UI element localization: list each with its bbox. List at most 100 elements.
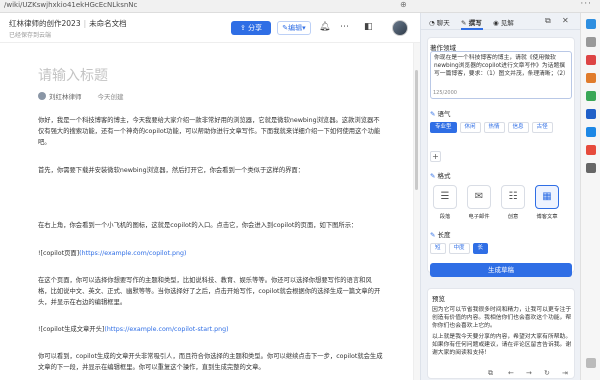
saved-status: 已经保存到云端: [9, 32, 52, 39]
tone-label-text: 语气: [437, 110, 451, 118]
zoom-icon[interactable]: ⊕: [400, 0, 407, 9]
blog-icon: ▦: [535, 185, 559, 209]
prompt-text: 你现在是一个科技博客的博主，请就《使用微软newbing浏览器的copilot进…: [434, 55, 569, 77]
preview-text[interactable]: 因为它可以节省我很多时间和精力，让我可以更专注于创造有价值的内容。我相信你们也会…: [432, 306, 572, 357]
paragraph-install[interactable]: 首先，你需要下载并安装微软newbing浏览器，然后打开它，你会看到一个类似于这…: [38, 165, 384, 176]
length-short[interactable]: 短: [430, 243, 446, 254]
format-icon: ✎: [430, 172, 436, 180]
image-link-2[interactable]: ![copilot生成文章开头](https://example.com/cop…: [38, 324, 384, 335]
sidebar-settings-icon[interactable]: [586, 358, 596, 368]
extension-icon[interactable]: ◧: [364, 22, 373, 32]
share-label: 分享: [248, 24, 263, 32]
breadcrumb: 红林律师的创作2023 | 未命名文档: [9, 19, 127, 28]
tone-options: 专业型 休闲 热情 信息 古怪: [430, 122, 553, 133]
format-blog-label: 博客文章: [536, 214, 558, 220]
tools-icon[interactable]: [586, 73, 596, 83]
image-link-1-url[interactable]: (https://example.com/copilot.png): [79, 250, 186, 257]
paragraph-continue[interactable]: 你可以看到，copilot生成的文章开头非常吸引人，而且符合你选择的主题和类型。…: [38, 351, 384, 373]
format-email-label: 电子邮件: [468, 214, 490, 220]
insert-icon[interactable]: ⇥: [562, 369, 568, 377]
tone-label: ✎ 语气: [430, 108, 450, 118]
author-name[interactable]: 刘红林律师: [49, 93, 82, 101]
games-icon[interactable]: [586, 91, 596, 101]
more-icon[interactable]: ⋯: [340, 22, 349, 32]
edit-label: 编辑: [288, 24, 303, 32]
bing-icon[interactable]: [586, 19, 596, 29]
tab-insights-label: 见解: [500, 19, 514, 27]
share-button[interactable]: ⇪ 分享: [231, 21, 271, 35]
length-label: ✎ 长度: [430, 229, 450, 239]
doc-scrollbar-thumb[interactable]: [415, 70, 418, 190]
preview-paragraph-2: 以上就是我今天要分享的内容，希望对大家有所帮助。如果你有任何问题或建议，请在评论…: [432, 334, 572, 356]
image-link-2-text: ![copilot生成文章开头]: [38, 326, 105, 333]
tone-enthusiastic[interactable]: 热情: [483, 122, 505, 133]
paragraph-entry[interactable]: 在右上角，你会看到一个小飞机的图标，这就是copilot的入口。点击它，你会进入…: [38, 220, 384, 231]
mail-icon: ✉: [467, 185, 491, 209]
panel-tabs: ◔ 聊天 ✎ 撰写 ◉ 见解 ⧉ ✕: [421, 13, 581, 30]
format-label: ✎ 格式: [430, 170, 450, 180]
shopping-icon[interactable]: [586, 55, 596, 65]
tone-quirky[interactable]: 古怪: [531, 122, 553, 133]
generate-draft-button[interactable]: 生成草稿: [430, 263, 572, 277]
format-ideas[interactable]: ☷ 创意: [498, 185, 528, 220]
tab-compose-label: 撰写: [468, 19, 482, 27]
edit-button[interactable]: ✎编辑▾: [277, 21, 311, 35]
image-link-1-text: ![copilot页面]: [38, 250, 80, 257]
browser-sidebar: [580, 13, 600, 380]
image-link-1[interactable]: ![copilot页面](https://example.com/copilot…: [38, 248, 384, 259]
paragraph-intro[interactable]: 你好，我是一个科技博客的博主，今天我要给大家介绍一款非常好用的浏览器，它就是微软…: [38, 115, 384, 148]
forward-icon[interactable]: →: [526, 369, 532, 377]
avatar[interactable]: [392, 20, 408, 36]
drop-icon[interactable]: [586, 145, 596, 155]
bell-icon[interactable]: 🔔︎: [319, 22, 330, 32]
paragraph-select[interactable]: 在这个页面，你可以选择你想要写作的主题和类型，比如说科技、教育、娱乐等等。你还可…: [38, 275, 384, 308]
preview-card: 预览 因为它可以节省我很多时间和精力，让我可以更专注于创造有价值的内容。我相信你…: [427, 288, 575, 379]
format-email[interactable]: ✉ 电子邮件: [464, 185, 494, 220]
close-icon[interactable]: ✕: [562, 16, 569, 25]
author-avatar: [38, 92, 46, 100]
url-text[interactable]: /wiki/UZKswjhxkio41ekHGcEcNLksnNc: [4, 1, 137, 9]
ideas-icon: ☷: [501, 185, 525, 209]
plus-icon[interactable]: +: [430, 151, 441, 162]
length-options: 短 中度 长: [430, 243, 489, 254]
tone-professional[interactable]: 专业型: [430, 122, 457, 133]
tab-insights[interactable]: ◉ 见解: [493, 17, 514, 27]
breadcrumb-doc[interactable]: 未命名文档: [89, 19, 127, 28]
document-canvas[interactable]: 请输入标题 刘红林律师 今天创建 你好，我是一个科技博客的博主，今天我要给大家介绍…: [0, 43, 413, 380]
tab-chat-label: 聊天: [436, 19, 450, 27]
copilot-panel: ◔ 聊天 ✎ 撰写 ◉ 见解 ⧉ ✕ 著作领域 你现在是一个科技博客的博主，请就…: [420, 13, 581, 380]
open-new-icon[interactable]: ⧉: [545, 16, 551, 26]
share-icon: ⇪: [239, 24, 246, 32]
back-icon[interactable]: ←: [508, 369, 514, 377]
format-paragraph[interactable]: ☰ 段落: [430, 185, 460, 220]
insights-icon: ◉: [493, 19, 499, 27]
length-medium[interactable]: 中度: [448, 243, 470, 254]
created-date: 今天创建: [97, 93, 124, 101]
preview-label: 预览: [432, 295, 445, 303]
office-icon[interactable]: [586, 109, 596, 119]
length-icon: ✎: [430, 231, 436, 239]
page-title[interactable]: 请输入标题: [38, 65, 108, 85]
address-bar[interactable]: /wiki/UZKswjhxkio41ekHGcEcNLksnNc ⊕ ···: [0, 0, 600, 13]
image-link-2-url[interactable]: (https://example.com/copilot-start.png): [104, 326, 228, 333]
tab-chat[interactable]: ◔ 聊天: [429, 17, 450, 27]
length-long[interactable]: 长: [472, 243, 489, 254]
search-icon[interactable]: [586, 37, 596, 47]
more-apps-icon[interactable]: [586, 163, 596, 173]
active-tab-indicator: [461, 28, 483, 30]
format-blog-post[interactable]: ▦ 博客文章: [532, 185, 562, 220]
tab-compose[interactable]: ✎ 撰写: [461, 17, 482, 27]
doc-header: 红林律师的创作2023 | 未命名文档 已经保存到云端 ⇪ 分享 ✎编辑▾ 🔔︎ ⋯…: [0, 13, 420, 43]
refresh-icon[interactable]: ↻: [544, 369, 550, 377]
more-dots-icon[interactable]: ···: [580, 0, 592, 9]
tone-informational[interactable]: 信息: [507, 122, 529, 133]
chevron-down-icon: ▾: [302, 24, 306, 32]
tone-casual[interactable]: 休闲: [459, 122, 481, 133]
compose-icon: ✎: [461, 19, 467, 27]
outlook-icon[interactable]: [586, 127, 596, 137]
copy-icon[interactable]: ⧉: [488, 369, 493, 378]
format-options: ☰ 段落 ✉ 电子邮件 ☷ 创意 ▦ 博客文章: [430, 185, 562, 220]
char-counter: 125/2000: [433, 90, 457, 96]
chat-icon: ◔: [429, 19, 435, 27]
breadcrumb-space[interactable]: 红林律师的创作2023: [9, 19, 81, 28]
